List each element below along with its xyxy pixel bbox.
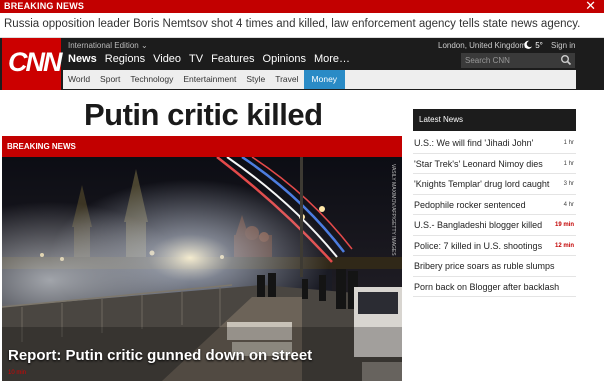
location-text[interactable]: London, United Kingdom xyxy=(438,41,526,50)
page-headline[interactable]: Putin critic killed xyxy=(84,97,323,133)
nav-item-opinions[interactable]: Opinions xyxy=(263,53,306,65)
moon-icon xyxy=(524,40,533,49)
weather-widget[interactable]: 5° xyxy=(524,40,543,50)
list-item[interactable]: 'Knights Templar' drug lord caught 3 hr xyxy=(413,174,576,195)
list-item-time: 12 min xyxy=(554,242,574,249)
breaking-text[interactable]: Russia opposition leader Boris Nemtsov s… xyxy=(4,18,580,30)
main-nav: News Regions Video TV Features Opinions … xyxy=(68,53,350,65)
list-item-time: 1 hr xyxy=(563,160,574,167)
list-item-text[interactable]: Police: 7 killed in U.S. shootings xyxy=(414,241,542,251)
breaking-banner: BREAKING NEWS ✕ xyxy=(0,0,604,13)
latest-news-list: U.S.: We will find 'Jihadi John' 1 hr 'St… xyxy=(413,133,576,297)
list-item-time: 19 min xyxy=(554,222,574,228)
nav-item-video[interactable]: Video xyxy=(153,53,181,65)
breaking-story-card[interactable]: BREAKING NEWS VASILY MAXIMOV/AFP/GETTY I… xyxy=(2,136,402,381)
card-label-bar: BREAKING NEWS xyxy=(2,136,402,157)
list-item-text[interactable]: U.S.- Bangladeshi blogger killed xyxy=(414,220,542,230)
latest-news-header: Latest News xyxy=(413,109,576,131)
nav-item-tv[interactable]: TV xyxy=(189,53,203,65)
search-input[interactable] xyxy=(465,53,555,68)
list-item[interactable]: 'Star Trek's' Leonard Nimoy dies 1 hr xyxy=(413,154,576,174)
list-item-text[interactable]: 'Star Trek's' Leonard Nimoy dies xyxy=(414,159,543,169)
list-item[interactable]: U.S.- Bangladeshi blogger killed 19 min xyxy=(413,215,576,236)
subnav-technology[interactable]: Technology xyxy=(125,70,178,89)
photo-credit: VASILY MAXIMOV/AFP/GETTY IMAGES xyxy=(390,164,396,256)
subnav-travel[interactable]: Travel xyxy=(270,70,303,89)
edition-selector[interactable]: International Edition ⌄ xyxy=(68,41,148,50)
list-item-time: 4 hr xyxy=(563,201,574,208)
nav-item-more[interactable]: More… xyxy=(314,53,350,65)
list-item-text[interactable]: Pedophile rocker sentenced xyxy=(414,200,526,210)
list-item-text[interactable]: Porn back on Blogger after backlash xyxy=(414,282,559,292)
logo-text: CNN xyxy=(8,47,62,77)
subnav-world[interactable]: World xyxy=(63,70,95,89)
signin-link[interactable]: Sign in xyxy=(551,41,575,50)
list-item-time: 1 hr xyxy=(563,140,574,146)
list-item[interactable]: Porn back on Blogger after backlash xyxy=(413,277,576,297)
search-icon[interactable] xyxy=(560,54,572,66)
sub-nav: World Sport Technology Entertainment Sty… xyxy=(63,70,576,89)
story-caption[interactable]: Report: Putin critic gunned down on stre… xyxy=(8,347,312,364)
story-time: 10 min xyxy=(8,370,27,376)
list-item-text[interactable]: 'Knights Templar' drug lord caught xyxy=(414,179,549,189)
breaking-label: BREAKING NEWS xyxy=(4,1,85,11)
subnav-style[interactable]: Style xyxy=(241,70,270,89)
list-item[interactable]: Bribery price soars as ruble slumps xyxy=(413,256,576,277)
list-item[interactable]: U.S.: We will find 'Jihadi John' 1 hr xyxy=(413,133,576,154)
nav-item-regions[interactable]: Regions xyxy=(105,53,145,65)
subnav-money[interactable]: Money xyxy=(303,70,346,89)
weather-temp: 5° xyxy=(535,41,543,50)
breaking-text-row[interactable]: Russia opposition leader Boris Nemtsov s… xyxy=(0,13,604,38)
list-item-text[interactable]: Bribery price soars as ruble slumps xyxy=(414,261,555,271)
card-label: BREAKING NEWS xyxy=(7,142,76,151)
close-icon[interactable]: ✕ xyxy=(585,0,596,13)
list-item-text[interactable]: U.S.: We will find 'Jihadi John' xyxy=(414,138,533,148)
subnav-entertainment[interactable]: Entertainment xyxy=(178,70,241,89)
subnav-sport[interactable]: Sport xyxy=(95,70,125,89)
latest-news-panel: Latest News U.S.: We will find 'Jihadi J… xyxy=(413,109,576,297)
list-item[interactable]: Pedophile rocker sentenced 4 hr xyxy=(413,195,576,215)
nav-item-news[interactable]: News xyxy=(68,53,97,65)
list-item-time: 3 hr xyxy=(563,181,574,187)
list-item[interactable]: Police: 7 killed in U.S. shootings 12 min xyxy=(413,236,576,256)
cnn-logo[interactable]: CNN xyxy=(2,38,62,90)
latest-news-title: Latest News xyxy=(419,115,464,124)
search-box[interactable] xyxy=(461,53,575,68)
nav-item-features[interactable]: Features xyxy=(211,53,254,65)
